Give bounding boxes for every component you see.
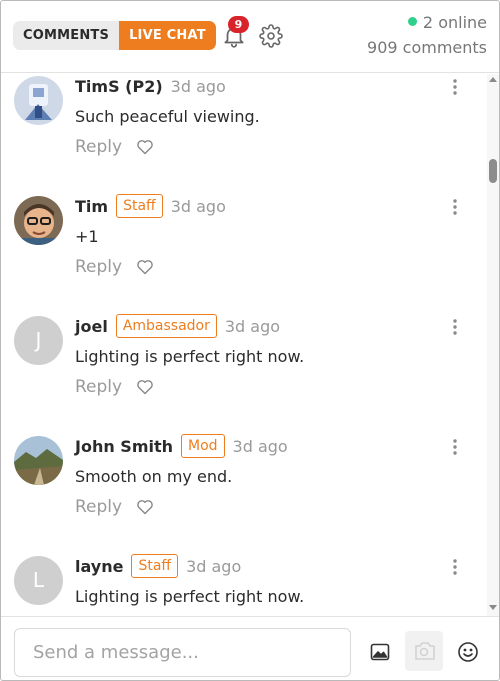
role-badge: Mod (181, 434, 225, 458)
online-count: 2 online (422, 13, 487, 32)
tab-live-chat[interactable]: LIVE CHAT (119, 21, 216, 50)
heart-icon[interactable] (136, 139, 154, 155)
comment-header: TimS (P2) 3d ago (75, 74, 226, 99)
reply-button[interactable]: Reply (75, 257, 122, 277)
image-icon[interactable] (370, 643, 390, 661)
gear-icon[interactable] (259, 24, 283, 48)
tab-bar: COMMENTS LIVE CHAT (13, 21, 216, 50)
scrollbar-thumb[interactable] (489, 159, 497, 183)
comment-time: 3d ago (232, 436, 288, 456)
more-options-icon[interactable] (447, 557, 463, 577)
role-badge: Staff (116, 194, 163, 218)
online-dot-icon (407, 17, 417, 26)
comment-author[interactable]: layne (75, 557, 123, 576)
emoji-icon[interactable] (457, 641, 479, 663)
camera-icon (415, 642, 435, 660)
reply-button[interactable]: Reply (75, 377, 122, 397)
comment-item: Tim Staff 3d ago +1 Reply (1, 180, 487, 300)
comment-actions: Reply (75, 257, 154, 277)
avatar[interactable]: J (14, 316, 63, 365)
comment-item: TimS (P2) 3d ago Such peaceful viewing. … (1, 74, 487, 180)
heart-icon[interactable] (136, 499, 154, 515)
tab-comments[interactable]: COMMENTS (13, 21, 120, 50)
online-status: 2 online (407, 13, 487, 32)
scroll-up-arrow-icon[interactable] (489, 77, 497, 82)
comment-item: J joel Ambassador 3d ago Lighting is per… (1, 300, 487, 420)
more-options-icon[interactable] (447, 437, 463, 457)
comment-text: Such peaceful viewing. (75, 107, 260, 126)
message-input[interactable] (14, 628, 351, 677)
comment-item: L layne Staff 3d ago Lighting is perfect… (1, 540, 487, 616)
comment-text: Lighting is perfect right now. (75, 587, 305, 606)
role-badge: Staff (131, 554, 179, 578)
scrollbar[interactable] (487, 74, 499, 616)
more-options-icon[interactable] (447, 197, 463, 217)
comment-author[interactable]: John Smith (75, 437, 173, 456)
comment-header: joel Ambassador 3d ago (75, 313, 280, 339)
reply-button[interactable]: Reply (75, 137, 122, 157)
comment-count: 909 comments (367, 38, 487, 57)
heart-icon[interactable] (136, 379, 154, 395)
scroll-down-arrow-icon[interactable] (489, 605, 497, 610)
avatar[interactable] (14, 76, 63, 125)
heart-icon[interactable] (136, 259, 154, 275)
comment-author[interactable]: Tim (75, 197, 108, 216)
comment-header: Tim Staff 3d ago (75, 193, 226, 219)
chat-header: COMMENTS LIVE CHAT 9 2 online 909 commen… (1, 1, 499, 73)
comment-actions: Reply (75, 497, 154, 517)
comment-time: 3d ago (186, 556, 242, 576)
avatar[interactable] (14, 196, 63, 245)
comment-actions: Reply (75, 377, 154, 397)
comment-text: +1 (75, 227, 99, 246)
comment-time: 3d ago (170, 196, 226, 216)
comment-author[interactable]: TimS (P2) (75, 77, 163, 96)
avatar[interactable] (14, 436, 63, 485)
message-composer (1, 616, 499, 680)
role-badge: Ambassador (115, 314, 217, 338)
camera-button[interactable] (405, 631, 443, 671)
comment-item: John Smith Mod 3d ago Smooth on my end. … (1, 420, 487, 540)
comment-author[interactable]: joel (75, 317, 108, 336)
avatar[interactable]: L (14, 556, 63, 605)
comment-time: 3d ago (224, 316, 281, 336)
comment-header: layne Staff 3d ago (75, 553, 241, 579)
chat-widget: COMMENTS LIVE CHAT 9 2 online 909 commen… (0, 0, 500, 681)
comment-header: John Smith Mod 3d ago (75, 433, 288, 459)
comment-text: Lighting is perfect right now. (75, 347, 305, 366)
comment-time: 3d ago (170, 76, 226, 96)
reply-button[interactable]: Reply (75, 497, 122, 517)
comment-list: TimS (P2) 3d ago Such peaceful viewing. … (1, 74, 487, 616)
notification-badge: 9 (228, 16, 249, 33)
more-options-icon[interactable] (447, 77, 463, 97)
comment-text: Smooth on my end. (75, 467, 233, 486)
more-options-icon[interactable] (447, 317, 463, 337)
comment-actions: Reply (75, 137, 154, 157)
